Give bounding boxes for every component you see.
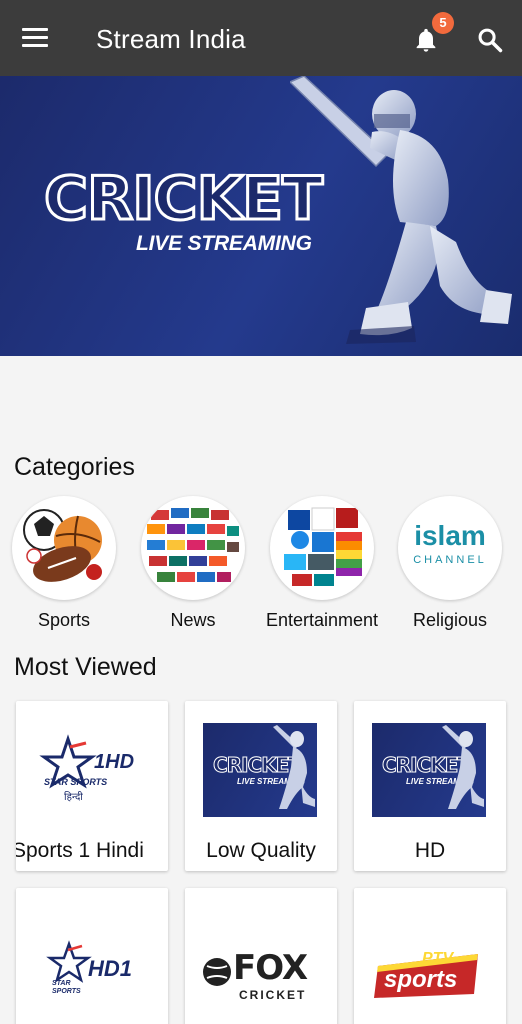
- channel-card[interactable]: CRICKET LIVE STREAMING Low Quality: [185, 701, 337, 871]
- cricket-thumbnail: CRICKET LIVE STREAMING: [203, 723, 317, 817]
- star-sports-logo: 1HD STAR SPORTS हिन्दी: [34, 723, 148, 817]
- channel-card[interactable]: CRICKET LIVE STREAMING HD: [354, 701, 506, 871]
- banner-headline: CRICKET: [43, 163, 325, 236]
- channel-card[interactable]: FOX CRICKET: [185, 888, 337, 1024]
- app-title: Stream India: [96, 24, 246, 54]
- channel-name: Sports 1 Hindi: [16, 839, 144, 862]
- fox-cricket-logo: FOX CRICKET: [203, 910, 317, 1004]
- cricketer-illustration: [290, 76, 512, 344]
- notification-badge: 5: [432, 12, 454, 34]
- menu-icon[interactable]: [22, 26, 50, 48]
- cricket-thumbnail: CRICKET LIVE STREAMING: [372, 723, 486, 817]
- news-channels-collage-icon: [141, 496, 245, 600]
- category-label: Religious: [412, 610, 488, 630]
- ptv-sports-logo: PTV sports: [372, 910, 486, 1004]
- most-viewed-title: Most Viewed: [14, 653, 157, 681]
- category-news[interactable]: News: [141, 496, 245, 630]
- category-entertainment[interactable]: Entertainment: [266, 496, 378, 630]
- search-icon[interactable]: [476, 26, 504, 54]
- app-toolbar: Stream India 5: [0, 0, 522, 76]
- banner-subline: LIVE STREAMING: [136, 232, 312, 255]
- star-sports-hd1-logo: HD1 STAR SPORTS: [34, 910, 148, 1004]
- categories-title: Categories: [14, 453, 135, 481]
- channel-card[interactable]: HD1 STAR SPORTS: [16, 888, 168, 1024]
- hero-banner[interactable]: CRICKET LIVE STREAMING: [0, 76, 522, 356]
- category-sports[interactable]: Sports: [12, 496, 116, 630]
- channel-card[interactable]: 1HD STAR SPORTS हिन्दी Sports 1 Hindi: [16, 701, 168, 871]
- category-religious[interactable]: islam CHANNEL Religious: [398, 496, 502, 630]
- channel-name: Low Quality: [206, 839, 316, 862]
- channel-card[interactable]: PTV sports: [354, 888, 506, 1024]
- channel-name: HD: [414, 839, 446, 862]
- app-screen: Stream India 5 CRICKET LIVE STREAMING Ca…: [0, 0, 522, 1024]
- entertainment-channels-collage-icon: [270, 496, 374, 600]
- islam-channel-logo: islam CHANNEL: [398, 496, 502, 600]
- sports-balls-icon: [12, 496, 116, 600]
